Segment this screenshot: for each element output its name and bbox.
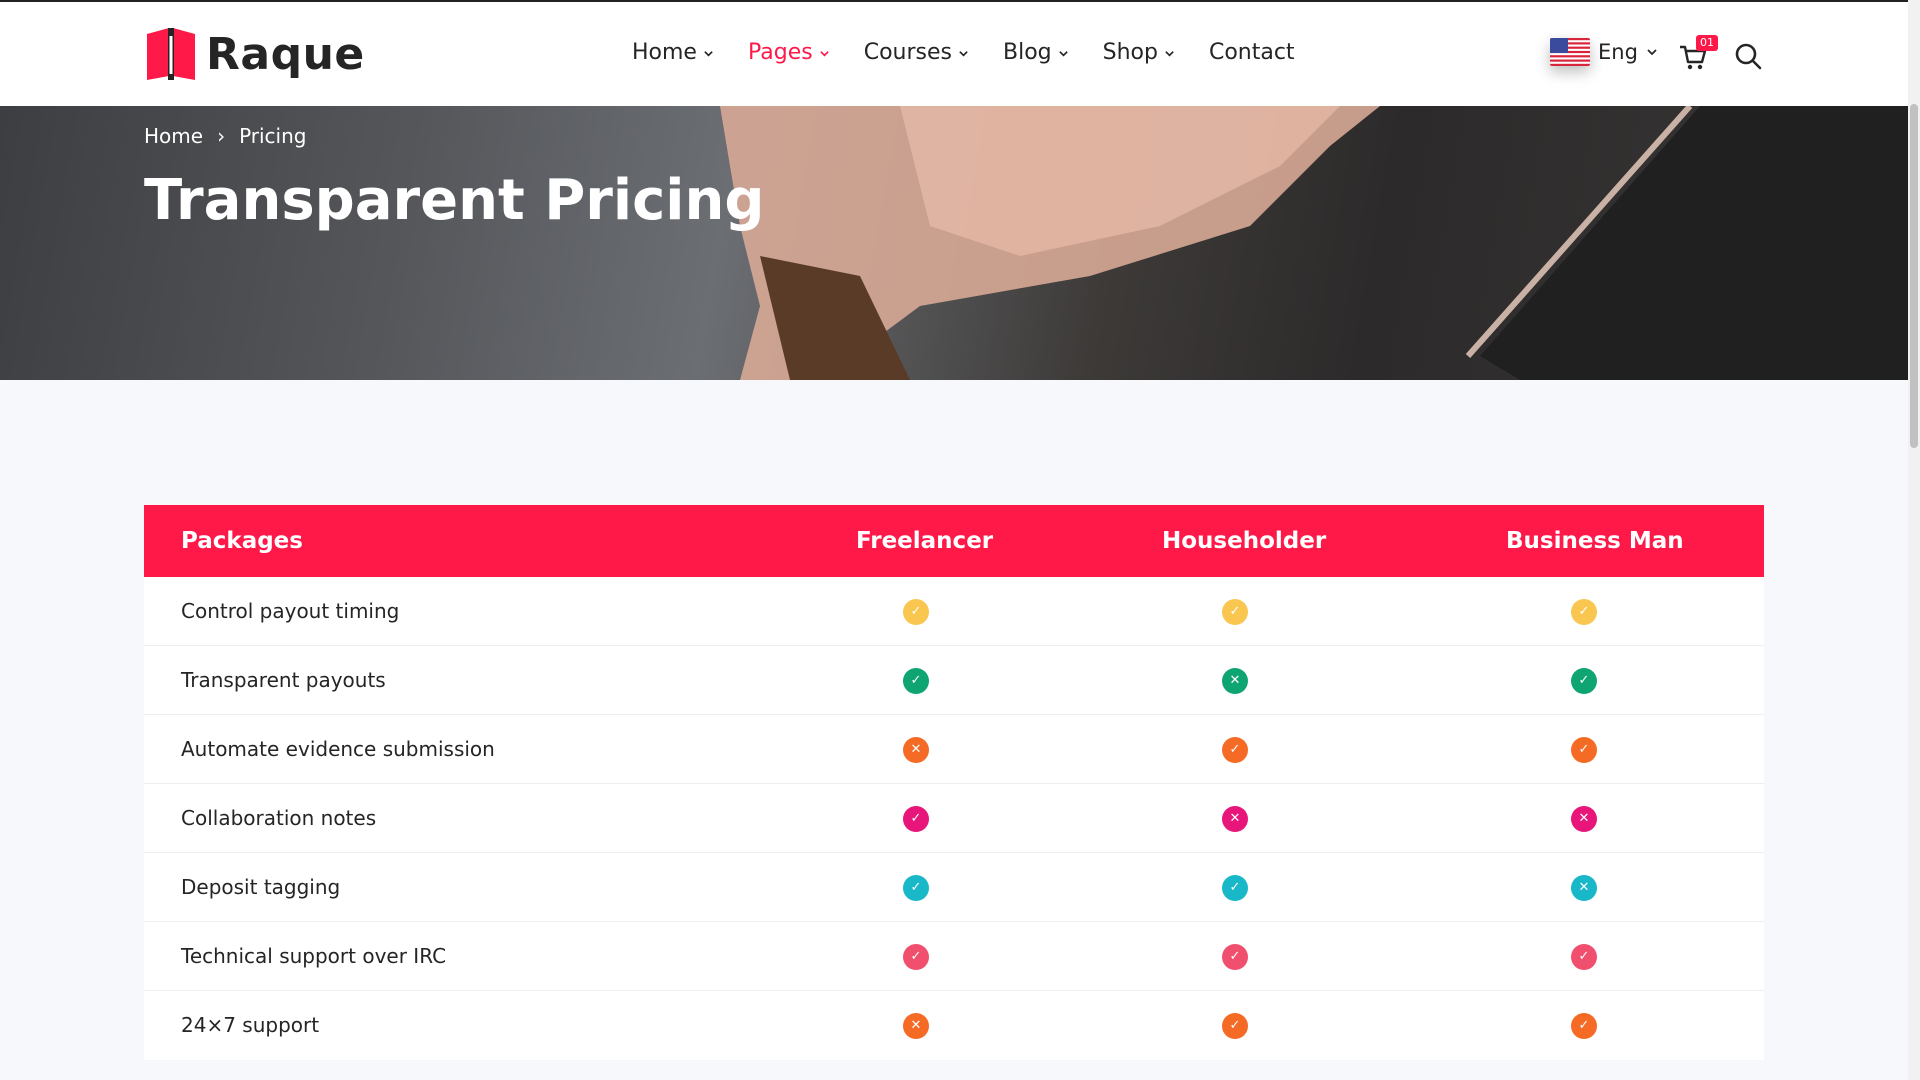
feature-label: Technical support over IRC: [181, 944, 447, 968]
nav-item-blog[interactable]: Blog: [1003, 40, 1069, 65]
column-header-business-man: Business Man: [1506, 528, 1684, 554]
chevron-down-icon: [819, 51, 829, 57]
page-title: Transparent Pricing: [144, 168, 765, 233]
table-row: Collaboration notes ✓ ✕ ✕: [144, 784, 1764, 853]
nav-item-home[interactable]: Home: [632, 40, 714, 65]
check-icon: ✓: [1571, 737, 1597, 763]
breadcrumb-home-link[interactable]: Home: [144, 124, 203, 148]
feature-label: Collaboration notes: [181, 806, 377, 830]
column-header-householder: Householder: [1162, 528, 1327, 554]
cross-icon: ✕: [903, 737, 929, 763]
column-header-packages: Packages: [181, 528, 303, 554]
check-icon: ✓: [903, 599, 929, 625]
main-nav: Home Pages Courses Blog Shop Contact: [632, 40, 1329, 65]
nav-item-shop[interactable]: Shop: [1103, 40, 1175, 65]
chevron-down-icon: [704, 51, 713, 57]
nav-item-label: Shop: [1102, 40, 1158, 65]
brand-name: Raque: [206, 28, 365, 80]
check-icon: ✓: [1222, 737, 1248, 763]
chevron-down-icon: [1058, 51, 1068, 57]
nav-item-label: Blog: [1002, 40, 1052, 65]
nav-item-label: Courses: [863, 40, 952, 65]
check-icon: ✓: [1222, 1013, 1248, 1039]
cart-count-badge: 01: [1696, 35, 1718, 51]
check-icon: ✓: [1222, 875, 1248, 901]
us-flag-icon: [1550, 38, 1590, 66]
book-logo-icon: [147, 28, 195, 80]
check-icon: ✓: [903, 668, 929, 694]
chevron-down-icon: [959, 51, 968, 57]
breadcrumb-current: Pricing: [239, 124, 307, 148]
cross-icon: ✕: [903, 1013, 929, 1039]
check-icon: ✓: [1571, 1013, 1597, 1039]
table-body: Control payout timing ✓ ✓ ✓ Transparent payo…: [144, 577, 1764, 1060]
table-row: 24×7 support ✕ ✓ ✓: [144, 991, 1764, 1060]
table-header: Packages Freelancer Householder Business…: [144, 505, 1764, 577]
language-selector[interactable]: Eng: [1550, 38, 1658, 66]
page-scrollbar[interactable]: [1908, 0, 1920, 1080]
cross-icon: ✕: [1222, 806, 1248, 832]
table-row: Technical support over IRC ✓ ✓ ✓: [144, 922, 1764, 991]
feature-label: Transparent payouts: [181, 668, 386, 692]
nav-item-label: Home: [632, 40, 697, 65]
language-label: Eng: [1598, 40, 1638, 64]
check-icon: ✓: [1571, 944, 1597, 970]
cross-icon: ✕: [1571, 806, 1597, 832]
check-icon: ✓: [903, 875, 929, 901]
chevron-down-icon: [1165, 51, 1174, 57]
column-header-freelancer: Freelancer: [856, 528, 994, 554]
check-icon: ✓: [1222, 599, 1248, 625]
site-header: Raque Home Pages Courses Blog Shop Contact En…: [0, 0, 1908, 106]
table-row: Deposit tagging ✓ ✓ ✕: [144, 853, 1764, 922]
check-icon: ✓: [1222, 944, 1248, 970]
check-icon: ✓: [1571, 599, 1597, 625]
table-row: Control payout timing ✓ ✓ ✓: [144, 577, 1764, 646]
check-icon: ✓: [1571, 668, 1597, 694]
table-row: Transparent payouts ✓ ✕ ✓: [144, 646, 1764, 715]
scrollbar-thumb[interactable]: [1910, 104, 1918, 448]
pricing-table: Packages Freelancer Householder Business…: [144, 505, 1764, 1060]
nav-item-contact[interactable]: Contact: [1209, 40, 1295, 65]
breadcrumb: Home › Pricing: [144, 124, 306, 148]
feature-label: Deposit tagging: [181, 875, 341, 899]
feature-label: 24×7 support: [181, 1013, 320, 1037]
search-icon[interactable]: [1734, 42, 1762, 70]
check-icon: ✓: [903, 944, 929, 970]
page-banner: Home › Pricing Transparent Pricing: [0, 106, 1908, 380]
nav-item-label: Pages: [747, 40, 813, 65]
feature-label: Automate evidence submission: [181, 737, 495, 761]
cross-icon: ✕: [1571, 875, 1597, 901]
table-row: Automate evidence submission ✕ ✓ ✓: [144, 715, 1764, 784]
feature-label: Control payout timing: [181, 599, 400, 623]
chevron-down-icon: [1647, 49, 1657, 56]
nav-item-label: Contact: [1208, 40, 1295, 65]
chevron-right-icon: ›: [217, 124, 226, 148]
nav-item-pages[interactable]: Pages: [748, 40, 830, 65]
cross-icon: ✕: [1222, 668, 1248, 694]
check-icon: ✓: [903, 806, 929, 832]
nav-item-courses[interactable]: Courses: [864, 40, 969, 65]
brand-logo[interactable]: Raque: [144, 26, 365, 82]
